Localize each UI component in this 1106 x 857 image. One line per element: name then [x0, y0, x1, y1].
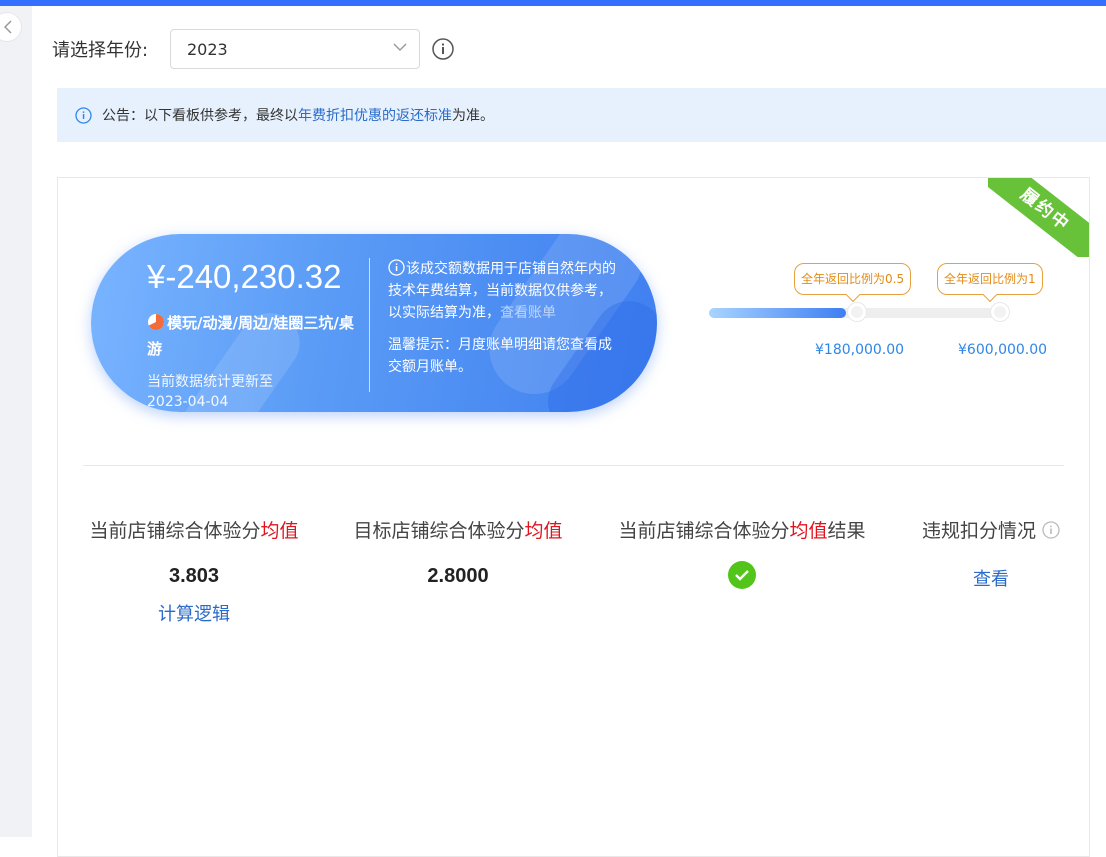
- info-icon: [75, 106, 92, 124]
- metric-label: 目标店铺综合体验分均值: [353, 520, 563, 542]
- left-rail: [0, 6, 32, 837]
- year-filter-label: 请选择年份:: [52, 40, 149, 61]
- category-label: 模玩/动漫/周边/娃圈三坑/桌游: [147, 310, 357, 362]
- metric-current-score: 当前店铺综合体验分均值 3.803 计算逻辑: [83, 516, 305, 626]
- status-ribbon: 履约中: [988, 178, 1089, 257]
- category-text: 模玩/动漫/周边/娃圈三坑/桌游: [147, 314, 354, 358]
- year-select[interactable]: 2023: [170, 29, 420, 69]
- chevron-left-icon: [4, 20, 12, 34]
- metric-value: 2.8000: [427, 565, 489, 587]
- milestone-tag-1: 全年返回比例为0.5: [794, 263, 912, 295]
- update-info: 当前数据统计更新至 2023-04-04: [147, 372, 273, 412]
- top-accent-bar: [0, 0, 1106, 6]
- update-label: 当前数据统计更新至: [147, 374, 273, 390]
- metric-label: 当前店铺综合体验分均值: [89, 520, 299, 542]
- metric-result: [611, 561, 873, 595]
- metric-target-score: 目标店铺综合体验分均值 2.8000: [347, 516, 569, 588]
- progress-fill: [709, 308, 847, 318]
- metric-score-result: 当前店铺综合体验分均值结果: [611, 516, 873, 595]
- info-icon[interactable]: [1042, 520, 1060, 539]
- view-violation-link[interactable]: 查看: [916, 565, 1066, 591]
- dashboard-card: 履约中 ¥-240,230.32 模玩/动漫/周边/娃圈三坑/桌游 当前数据统计…: [57, 177, 1090, 857]
- panel-divider: [369, 258, 370, 392]
- chevron-down-icon: [393, 43, 407, 51]
- metric-label: 违规扣分情况: [916, 516, 1066, 543]
- turnover-summary-panel: ¥-240,230.32 模玩/动漫/周边/娃圈三坑/桌游 当前数据统计更新至 …: [91, 234, 657, 412]
- calculation-logic-link[interactable]: 计算逻辑: [83, 600, 305, 626]
- info-icon: [388, 259, 405, 276]
- milestone-node-2: [991, 303, 1009, 321]
- section-divider: [83, 465, 1064, 466]
- milestone-amount-2: ¥600,000.00: [958, 342, 1048, 358]
- year-info-icon[interactable]: [432, 38, 454, 64]
- metric-label: 当前店铺综合体验分均值结果: [618, 520, 866, 542]
- milestone-tag-2: 全年返回比例为1: [937, 263, 1043, 295]
- tip-text: 温馨提示：月度账单明细请您查看成交额月账单。: [388, 337, 612, 375]
- milestone-node-1: [848, 303, 866, 321]
- notice-link[interactable]: 年费折扣优惠的返还标准: [298, 105, 452, 125]
- status-ribbon-label: 履约中: [988, 178, 1089, 257]
- turnover-amount: ¥-240,230.32: [147, 258, 342, 295]
- turnover-description: 该成交额数据用于店铺自然年内的技术年费结算，当前数据仅供参考，以实际结算为准，查…: [388, 258, 622, 324]
- check-circle-icon: [728, 561, 756, 589]
- notice-prefix: 公告：以下看板供参考，最终以: [102, 108, 298, 124]
- notice-suffix: 为准。: [452, 108, 494, 124]
- metric-value: 3.803: [168, 565, 220, 587]
- pie-chart-icon: [148, 314, 164, 330]
- notice-banner: 公告：以下看板供参考，最终以 年费折扣优惠的返还标准 为准。: [57, 88, 1106, 142]
- view-bill-link[interactable]: 查看账单: [500, 305, 556, 321]
- metric-violation: 违规扣分情况 查看: [916, 516, 1066, 591]
- milestone-amount-1: ¥180,000.00: [815, 342, 905, 358]
- year-select-value: 2023: [187, 39, 228, 59]
- update-date: 2023-04-04: [147, 394, 229, 410]
